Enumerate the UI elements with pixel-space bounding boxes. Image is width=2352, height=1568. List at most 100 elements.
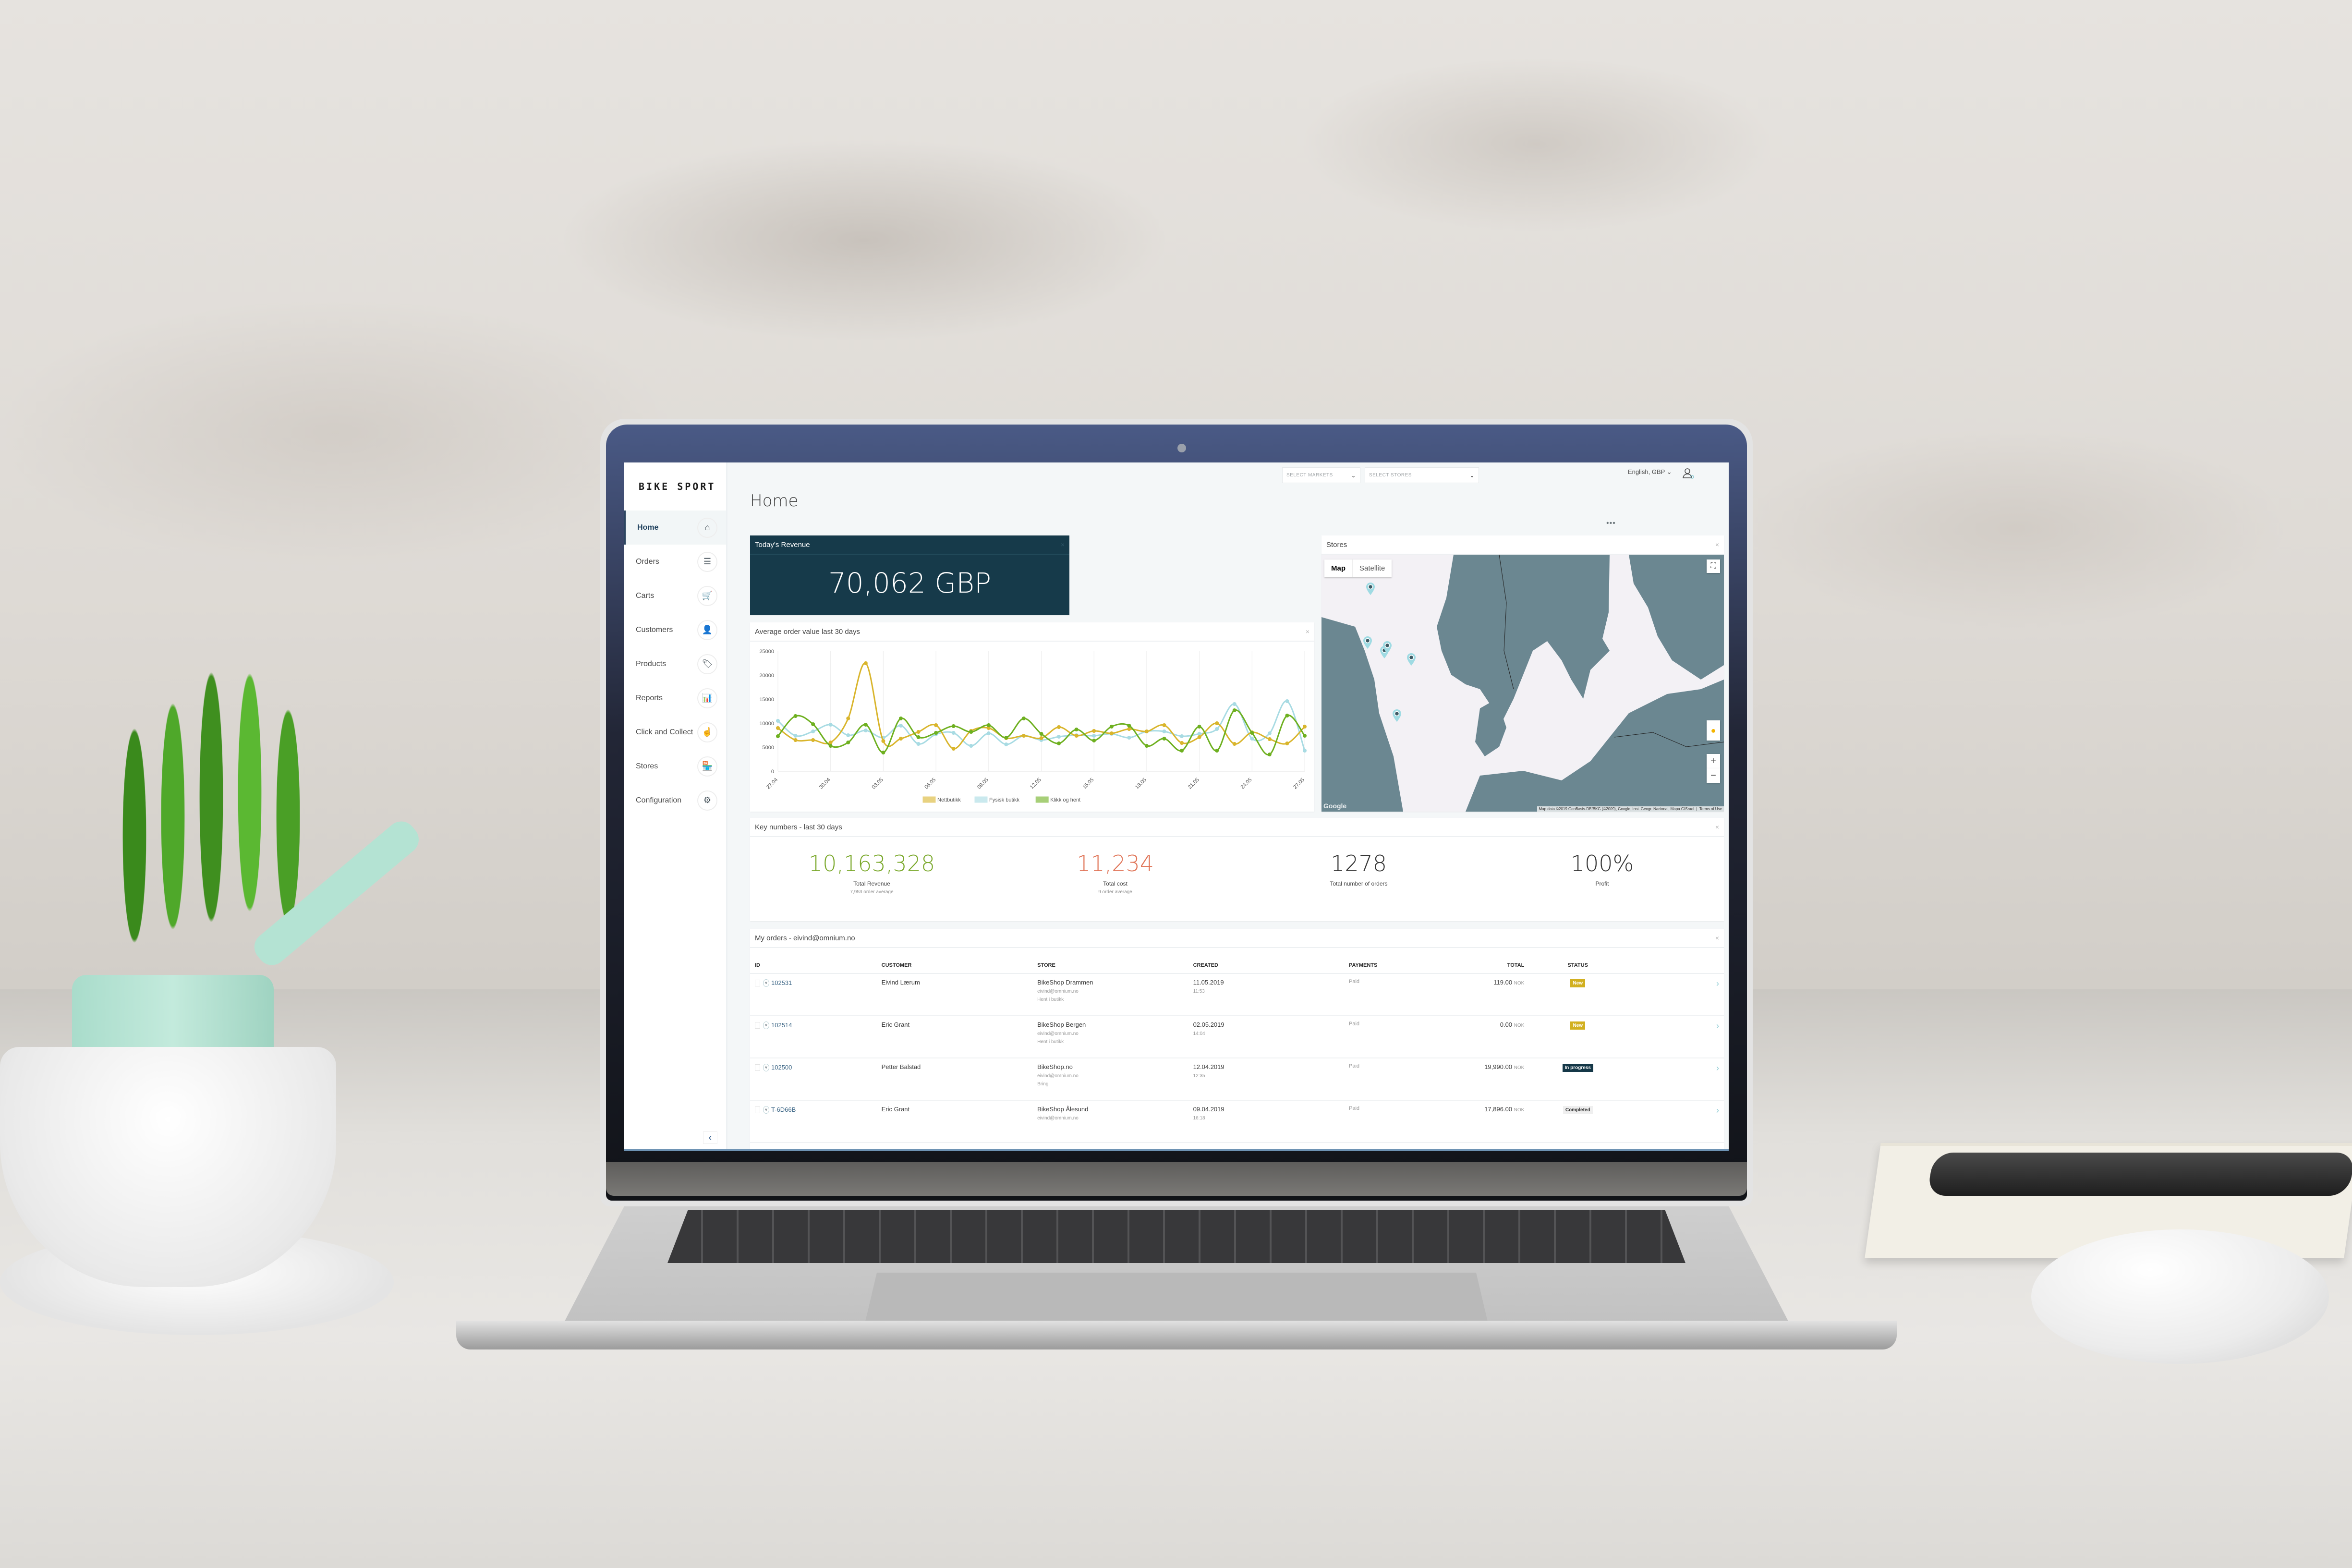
data-point-nettbutikk[interactable] [1303,725,1307,729]
data-point-klikk-og-hent[interactable] [1092,739,1096,742]
data-point-klikk-og-hent[interactable] [828,744,833,748]
data-point-nettbutikk[interactable] [1109,731,1114,735]
data-point-klikk-og-hent[interactable] [863,723,868,727]
sidebar-item-carts[interactable]: Carts 🛒 [624,579,726,613]
data-point-nettbutikk[interactable] [1197,735,1201,739]
data-point-nettbutikk[interactable] [1267,737,1272,741]
map-pin-icon[interactable] [1407,653,1416,666]
sidebar-item-customers[interactable]: Customers 👤 [624,613,726,647]
data-point-nettbutikk[interactable] [811,738,815,742]
map-tab-satellite[interactable]: Satellite [1353,559,1392,577]
data-point-klikk-og-hent[interactable] [846,741,850,744]
table-row[interactable]: v T-6D66B Eric Grant BikeShop Ålesund eivind… [750,1100,1724,1143]
data-point-klikk-og-hent[interactable] [1215,749,1219,753]
data-point-fysisk-butikk[interactable] [811,729,815,733]
data-point-klikk-og-hent[interactable] [1232,708,1237,712]
column-header-id[interactable]: ID [750,948,877,974]
data-point-nettbutikk[interactable] [898,737,903,741]
data-point-klikk-og-hent[interactable] [1074,728,1079,731]
data-point-klikk-og-hent[interactable] [898,717,903,720]
data-point-fysisk-butikk[interactable] [916,742,921,746]
legend-swatch-nettbutikk[interactable] [922,796,936,803]
data-point-klikk-og-hent[interactable] [1285,714,1289,717]
expand-row-icon[interactable]: v [763,1021,769,1029]
data-point-nettbutikk[interactable] [1180,741,1184,745]
close-icon[interactable]: × [1061,541,1065,548]
data-point-nettbutikk[interactable] [1127,727,1131,731]
data-point-nettbutikk[interactable] [916,730,921,734]
column-header-created[interactable]: CREATED [1188,948,1345,974]
data-point-nettbutikk[interactable] [1285,741,1289,745]
data-point-fysisk-butikk[interactable] [951,731,956,735]
data-point-klikk-og-hent[interactable] [1127,724,1131,728]
data-point-klikk-og-hent[interactable] [776,734,780,738]
data-point-nettbutikk[interactable] [951,747,956,751]
close-icon[interactable]: × [1715,823,1719,831]
map-pin-icon[interactable] [1383,641,1392,654]
legend-swatch-klikk-og-hent[interactable] [1035,796,1049,803]
data-point-klikk-og-hent[interactable] [811,722,815,726]
data-point-nettbutikk[interactable] [1162,723,1166,727]
order-id-link[interactable]: T-6D66B [771,1106,796,1113]
data-point-fysisk-butikk[interactable] [776,719,780,723]
app-logo[interactable]: BIKE SPORT [639,481,715,492]
map-pin-icon[interactable] [1366,583,1375,595]
select-stores-dropdown[interactable]: SELECT STORES ⌄ [1365,467,1479,483]
data-point-fysisk-butikk[interactable] [1180,734,1184,738]
legend-label-klikk-og-hent[interactable]: Klikk og hent [1050,797,1080,803]
column-header-store[interactable]: STORE [1032,948,1188,974]
data-point-klikk-og-hent[interactable] [934,731,938,735]
data-point-klikk-og-hent[interactable] [1057,741,1061,745]
data-point-klikk-og-hent[interactable] [881,751,885,754]
sidebar-item-stores[interactable]: Stores 🏪 [624,749,726,783]
legend-label-nettbutikk[interactable]: Nettbutikk [937,797,961,803]
column-header-total[interactable]: TOTAL [1441,948,1529,974]
data-point-nettbutikk[interactable] [828,741,833,744]
sidebar-item-products[interactable]: Products 🏷 [624,647,726,681]
data-point-klikk-og-hent[interactable] [1039,732,1043,736]
collapse-sidebar-button[interactable]: ‹ [703,1131,717,1144]
column-header-customer[interactable]: CUSTOMER [876,948,1033,974]
language-currency-selector[interactable]: English, GBP ⌄ [1628,468,1672,476]
user-settings-icon[interactable] [1682,467,1695,483]
data-point-nettbutikk[interactable] [793,738,798,742]
terms-link[interactable]: Terms of Use [1699,807,1722,811]
data-point-nettbutikk[interactable] [881,739,885,743]
order-id-link[interactable]: 102531 [771,979,792,986]
sidebar-item-reports[interactable]: Reports 📊 [624,681,726,715]
zoom-out-button[interactable]: − [1707,768,1720,783]
map-pin-icon[interactable] [1393,709,1401,722]
data-point-nettbutikk[interactable] [1021,734,1026,738]
data-point-fysisk-butikk[interactable] [793,734,798,738]
data-point-klikk-og-hent[interactable] [1144,744,1149,748]
expand-row-icon[interactable]: v [763,979,769,987]
data-point-nettbutikk[interactable] [1232,742,1237,746]
data-point-nettbutikk[interactable] [1074,734,1079,738]
data-point-klikk-og-hent[interactable] [1162,737,1166,741]
data-point-fysisk-butikk[interactable] [1092,734,1096,738]
row-checkbox[interactable] [755,1106,760,1113]
close-icon[interactable]: × [1715,541,1719,548]
data-point-nettbutikk[interactable] [1144,729,1149,733]
order-id-link[interactable]: 102500 [771,1064,792,1071]
sidebar-item-click-and-collect[interactable]: Click and Collect ☝ [624,715,726,749]
map-pin-icon[interactable] [1363,636,1372,649]
data-point-nettbutikk[interactable] [1092,729,1096,733]
data-point-nettbutikk[interactable] [776,726,780,730]
chevron-right-icon[interactable]: › [1716,979,1719,988]
data-point-klikk-og-hent[interactable] [1109,725,1114,729]
map-tab-map[interactable]: Map [1324,559,1353,577]
sidebar-item-configuration[interactable]: Configuration ⚙ [624,783,726,817]
data-point-klikk-og-hent[interactable] [916,735,921,739]
data-point-fysisk-butikk[interactable] [846,733,850,737]
data-point-fysisk-butikk[interactable] [828,723,833,727]
data-point-fysisk-butikk[interactable] [1232,702,1237,706]
table-row[interactable]: v 102500 Petter Balstad BikeShop.no eivind@o… [750,1058,1724,1101]
data-point-klikk-og-hent[interactable] [1250,731,1254,735]
chevron-right-icon[interactable]: › [1716,1021,1719,1031]
data-point-fysisk-butikk[interactable] [969,744,973,748]
data-point-klikk-og-hent[interactable] [1004,736,1008,740]
street-view-pegman[interactable]: ● [1707,720,1720,741]
column-header-payments[interactable]: PAYMENTS [1344,948,1442,974]
data-point-klikk-og-hent[interactable] [1197,725,1201,729]
